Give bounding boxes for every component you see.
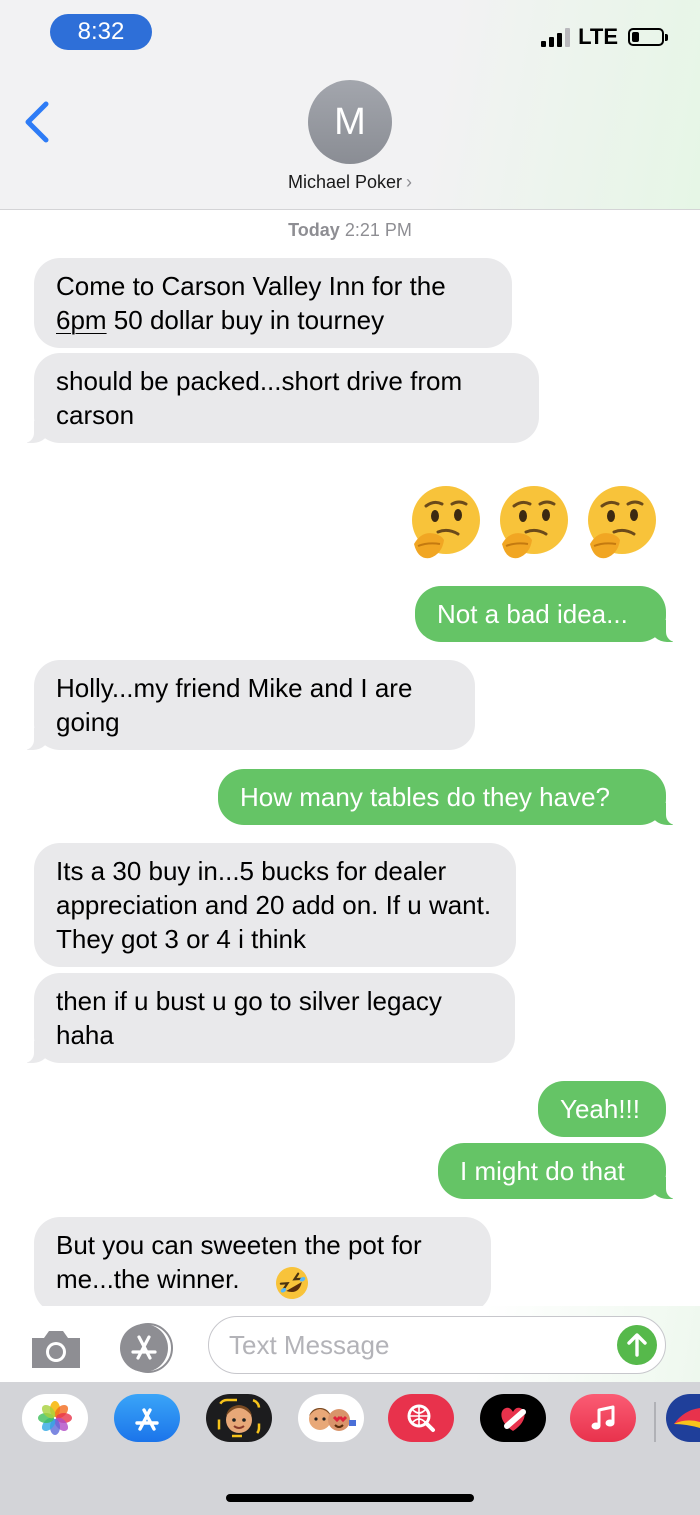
- message-text: then if u bust u go to silver legacy hah…: [56, 986, 442, 1050]
- app-store-glyph-icon: [135, 1408, 159, 1431]
- message-text: Its a 30 buy in...5 bucks for dealer app…: [56, 856, 492, 954]
- heart-touch-icon: [501, 1407, 526, 1431]
- digital-touch-app-icon[interactable]: [480, 1394, 546, 1442]
- rolling-laughing-emoji-icon: [276, 1267, 308, 1299]
- music-app-icon[interactable]: [570, 1394, 636, 1442]
- thinking-face-emoji-icon: [500, 486, 568, 559]
- message-composer: [0, 1306, 700, 1382]
- photos-app-icon[interactable]: [22, 1394, 88, 1442]
- signal-bars-icon: [541, 27, 571, 47]
- message-text: Come to Carson Valley Inn for the: [56, 271, 446, 301]
- app-drawer: [0, 1382, 700, 1515]
- arrow-up-icon: [627, 1333, 647, 1357]
- battery-icon: [628, 28, 668, 46]
- message-date-link[interactable]: 6pm: [56, 305, 107, 335]
- back-chevron-icon[interactable]: [22, 100, 54, 144]
- message-bubble-outgoing[interactable]: Yeah!!!: [538, 1081, 666, 1137]
- photos-flower-icon: [38, 1401, 72, 1435]
- partial-app-icon[interactable]: [666, 1394, 700, 1442]
- message-bubble-outgoing[interactable]: I might do that: [438, 1143, 676, 1199]
- conversation-header: 8:32 LTE M Michael Poker ›: [0, 0, 700, 210]
- message-bubble-incoming[interactable]: should be packed...short drive from cars…: [24, 353, 539, 443]
- message-bubble-incoming[interactable]: But you can sweeten the pot for me...the…: [34, 1217, 491, 1313]
- app-store-app-icon[interactable]: [114, 1394, 180, 1442]
- conversation-timestamp: Today 2:21 PM: [0, 220, 700, 241]
- timestamp-time: 2:21 PM: [344, 220, 412, 240]
- message-text: 50 dollar buy in tourney: [106, 305, 385, 335]
- message-bubble-incoming[interactable]: Its a 30 buy in...5 bucks for dealer app…: [34, 843, 516, 967]
- message-text: I might do that: [460, 1156, 625, 1186]
- text-message-field[interactable]: [208, 1316, 666, 1374]
- animoji-stickers-app-icon[interactable]: [298, 1394, 364, 1442]
- message-bubble-incoming[interactable]: Come to Carson Valley Inn for the 6pm 50…: [34, 258, 512, 348]
- contact-avatar[interactable]: M: [308, 80, 392, 164]
- contact-name: Michael Poker: [287, 172, 403, 192]
- message-bubble-incoming[interactable]: then if u bust u go to silver legacy hah…: [24, 973, 515, 1063]
- airline-logo-icon: [674, 1408, 700, 1428]
- app-store-icon[interactable]: [118, 1323, 176, 1373]
- message-bubble-outgoing[interactable]: How many tables do they have?: [218, 769, 676, 825]
- message-bubble-incoming[interactable]: Holly...my friend Mike and I are going: [24, 660, 475, 750]
- drawer-divider: [654, 1402, 656, 1442]
- status-indicators: LTE: [541, 24, 668, 50]
- message-text: should be packed...short drive from cars…: [56, 366, 463, 430]
- home-indicator[interactable]: [226, 1494, 474, 1502]
- globe-search-icon: [407, 1404, 435, 1432]
- send-button[interactable]: [617, 1325, 657, 1365]
- thinking-face-emoji-icon: [412, 486, 480, 559]
- contact-name-button[interactable]: Michael Poker ›: [0, 172, 700, 193]
- network-type: LTE: [578, 24, 618, 49]
- chevron-right-icon: ›: [406, 172, 413, 192]
- battery-level: [632, 32, 639, 42]
- web-images-app-icon[interactable]: [388, 1394, 454, 1442]
- message-bubble-outgoing[interactable]: Not a bad idea...: [415, 586, 676, 642]
- message-text: Holly...my friend Mike and I are going: [56, 673, 413, 737]
- status-time[interactable]: 8:32: [50, 14, 152, 50]
- memoji-face-icon: [217, 1398, 261, 1438]
- thinking-face-emoji-icon: [588, 486, 656, 559]
- music-note-icon: [591, 1405, 615, 1430]
- message-text: Not a bad idea...: [437, 599, 628, 629]
- camera-icon[interactable]: [28, 1326, 84, 1372]
- message-text: How many tables do they have?: [240, 782, 610, 812]
- message-text: Yeah!!!: [560, 1094, 641, 1124]
- memoji-stickers-icon: [309, 1408, 356, 1431]
- timestamp-day: Today: [288, 220, 340, 240]
- message-input[interactable]: [229, 1327, 609, 1363]
- memoji-app-icon[interactable]: [206, 1394, 272, 1442]
- message-text: But you can sweeten the pot for me...the…: [56, 1230, 422, 1294]
